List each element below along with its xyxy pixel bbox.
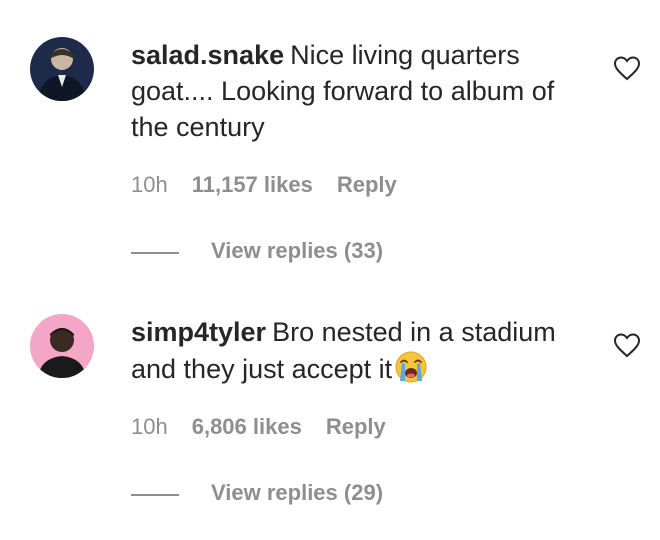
comment-text: salad.snake Nice living quarters goat....…	[131, 37, 571, 145]
avatar-image	[30, 314, 94, 378]
avatar[interactable]	[30, 314, 94, 378]
heart-outline-icon[interactable]	[613, 55, 641, 81]
comment-timestamp: 10h	[131, 414, 168, 439]
replies-divider	[131, 252, 179, 254]
reply-button[interactable]: Reply	[326, 414, 386, 440]
likes-count[interactable]: 6,806 likes	[192, 414, 302, 440]
reply-button[interactable]: Reply	[337, 172, 397, 198]
comment-username[interactable]: simp4tyler	[131, 317, 266, 347]
avatar-image	[30, 37, 94, 101]
replies-divider	[131, 494, 179, 496]
comment-meta: 10h 11,157 likes Reply	[131, 172, 397, 198]
view-replies-label: View replies (29)	[211, 480, 384, 505]
likes-count[interactable]: 11,157 likes	[192, 172, 313, 198]
comment-username[interactable]: salad.snake	[131, 40, 284, 70]
heart-outline-icon[interactable]	[613, 332, 641, 358]
loudly-crying-face-emoji	[395, 351, 427, 383]
comment-meta: 10h 6,806 likes Reply	[131, 414, 386, 440]
comment-timestamp: 10h	[131, 172, 168, 197]
avatar[interactable]	[30, 37, 94, 101]
comment-text: simp4tyler Bro nested in a stadium and th…	[131, 314, 571, 387]
view-replies-label: View replies (33)	[211, 238, 384, 263]
